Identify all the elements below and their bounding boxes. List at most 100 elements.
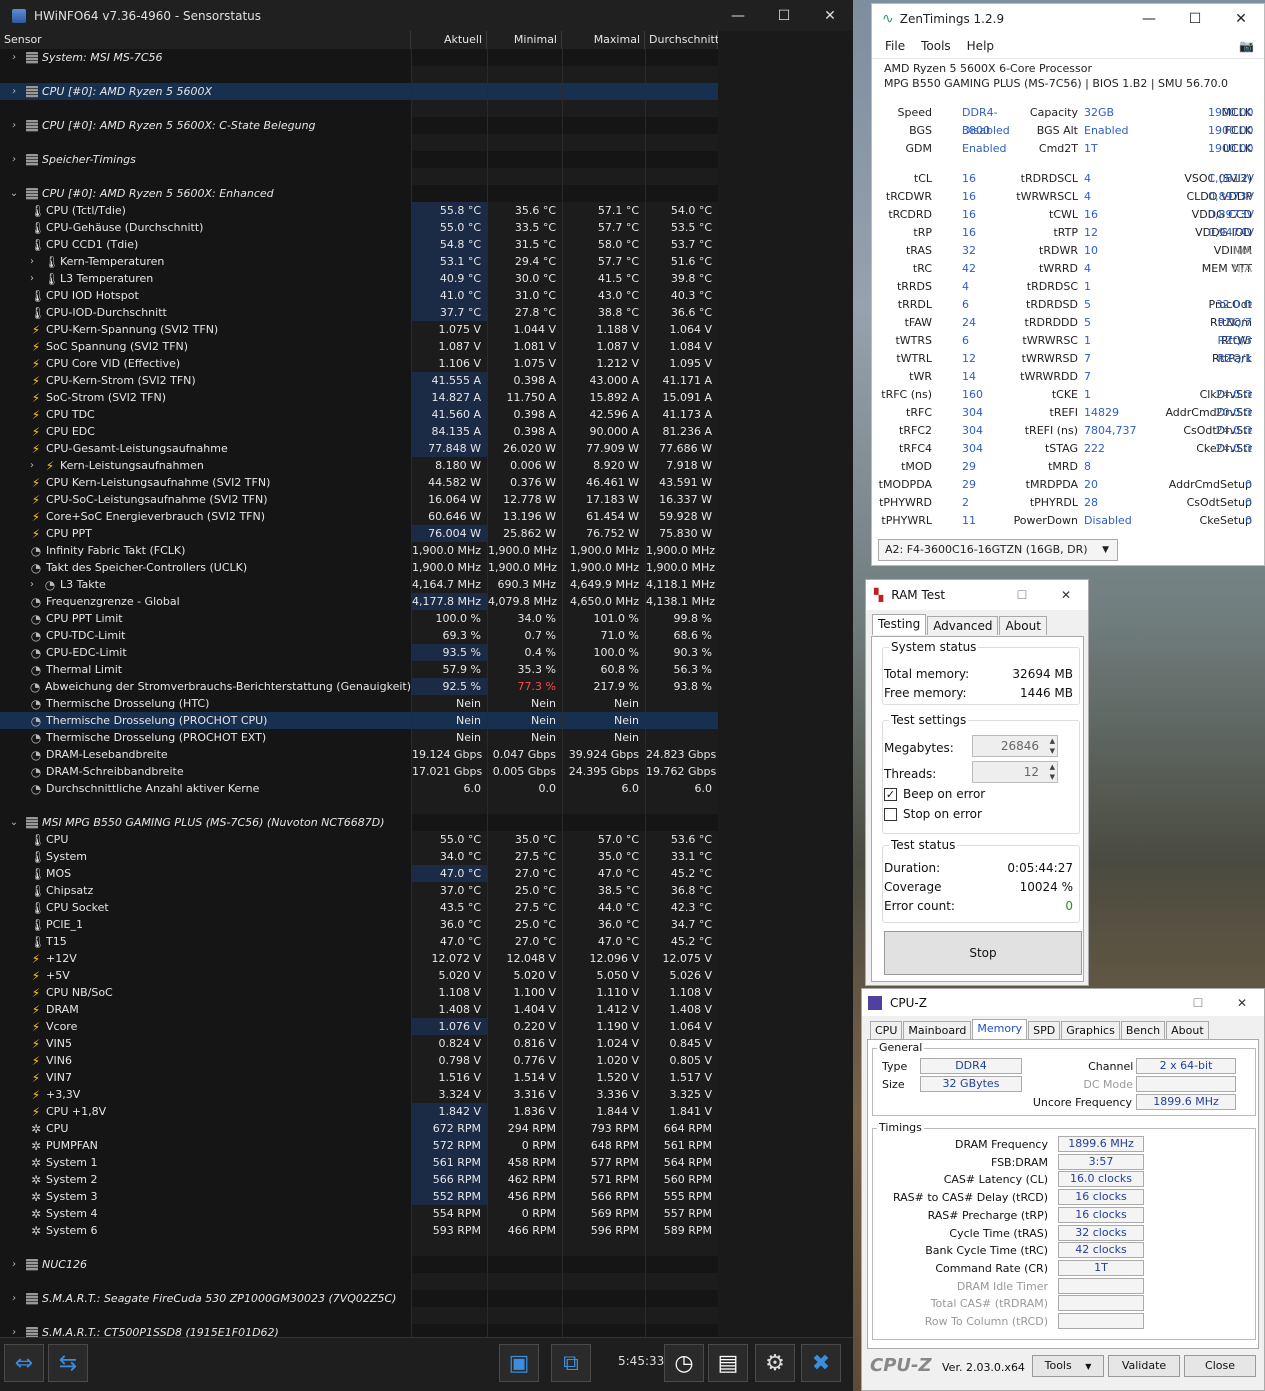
chevron-right-icon[interactable]: › [8, 117, 20, 134]
chevron-right-icon[interactable]: › [8, 49, 20, 66]
sensor-row[interactable]: ✲ System 2 566 RPM 462 RPM 571 RPM 560 RPM [0, 1171, 718, 1188]
col-sensor[interactable]: Sensor [0, 31, 411, 49]
settings-gear-icon[interactable]: ⚙ [755, 1344, 795, 1382]
chevron-right-icon[interactable]: › [8, 151, 20, 168]
sensor-row[interactable]: 🌡 CPU Socket 43.5 °C 27.5 °C 44.0 °C 42.3 °C [0, 899, 718, 916]
close-button[interactable]: ✕ [1044, 588, 1088, 602]
spinner-arrows-icon[interactable]: ▲ ▼ [1050, 736, 1055, 756]
chevron-down-icon[interactable]: ⌄ [8, 814, 20, 831]
sensor-row[interactable]: ⚡ VIN6 0.798 V 0.776 V 1.020 V 0.805 V [0, 1052, 718, 1069]
chevron-right-icon[interactable]: › [8, 1290, 20, 1307]
module-select[interactable]: A2: F4-3600C16-16GTZN (16GB, DR) ▼ [878, 539, 1118, 561]
validate-button[interactable]: Validate [1108, 1355, 1180, 1377]
sensor-row[interactable]: ⚡ Vcore 1.076 V 0.220 V 1.190 V 1.064 V [0, 1018, 718, 1035]
sensor-group[interactable]: ⌄ MSI MPG B550 GAMING PLUS (MS-7C56) (Nuv… [0, 814, 718, 831]
chevron-right-icon[interactable]: › [26, 576, 38, 593]
sensor-row[interactable]: ⚡ CPU-SoC-Leistungsaufnahme (SVI2 TFN) 16.… [0, 491, 718, 508]
menu-tools[interactable]: Tools [921, 39, 951, 53]
minimize-button[interactable]: — [1126, 11, 1172, 27]
sensor-row[interactable]: ◔ Thermische Drosselung (HTC) Nein Nein Nein [0, 695, 718, 712]
col-average[interactable]: Durchschnitt [645, 31, 719, 49]
stop-button[interactable]: Stop [884, 931, 1082, 975]
sensor-row[interactable]: ⚡ CPU-Kern-Spannung (SVI2 TFN) 1.075 V 1.04… [0, 321, 718, 338]
arrows-expand-icon[interactable]: ⇔ [4, 1344, 44, 1382]
sensor-group[interactable]: › Speicher-Timings [0, 151, 718, 168]
tab-cpu[interactable]: CPU [870, 1021, 903, 1039]
sensor-row[interactable]: › 🌡 L3 Temperaturen 40.9 °C 30.0 °C 41.5 °C 39… [0, 270, 718, 287]
arrows-collapse-icon[interactable]: ⇆ [48, 1344, 88, 1382]
tab-memory[interactable]: Memory [972, 1019, 1028, 1039]
sensor-row[interactable]: ⚡ CPU NB/SoC 1.108 V 1.100 V 1.110 V 1.108 V [0, 984, 718, 1001]
sensor-row[interactable]: ⚡ +3,3V 3.324 V 3.316 V 3.336 V 3.325 V [0, 1086, 718, 1103]
sensor-row[interactable]: › ⚡ Kern-Leistungsaufnahmen 8.180 W 0.006 W8… [0, 457, 718, 474]
tab-testing[interactable]: Testing [872, 614, 927, 635]
report-icon[interactable]: ▤ [708, 1344, 748, 1382]
chevron-right-icon[interactable]: › [8, 83, 20, 100]
col-min[interactable]: Minimal [487, 31, 562, 49]
sensor-row[interactable]: ◔ DRAM-Schreibbandbreite 17.021 Gbps 0.005 … [0, 763, 718, 780]
tab-about[interactable]: About [999, 616, 1047, 635]
sensor-row[interactable]: ⚡ SoC Spannung (SVI2 TFN) 1.087 V 1.081 V 1.… [0, 338, 718, 355]
minimize-button[interactable]: — [715, 8, 761, 24]
chevron-right-icon[interactable]: › [26, 457, 38, 474]
tab-about[interactable]: About [1166, 1021, 1209, 1039]
sensor-row[interactable]: ◔ CPU-EDC-Limit 93.5 % 0.4 % 100.0 % 90.3 % [0, 644, 718, 661]
sensor-row[interactable]: ◔ Infinity Fabric Takt (FCLK) 1,900.0 MHz 1… [0, 542, 718, 559]
sensor-row[interactable]: ✲ System 6 593 RPM 466 RPM 596 RPM 589 RPM [0, 1222, 718, 1239]
close-button[interactable]: ✕ [1218, 11, 1264, 27]
sensor-row[interactable]: 🌡 CPU 55.0 °C 35.0 °C 57.0 °C 53.6 °C [0, 831, 718, 848]
sensor-row[interactable]: ◔ Thermische Drosselung (PROCHOT CPU) Nein… [0, 712, 718, 729]
chevron-right-icon[interactable]: › [26, 270, 38, 287]
stop-on-error-checkbox[interactable]: Stop on error [884, 807, 982, 821]
sensor-row[interactable]: › ◔ L3 Takte 4,164.7 MHz 690.3 MHz 4,649.9 MH… [0, 576, 718, 593]
sensor-row[interactable]: ◔ Durchschnittliche Anzahl aktiver Kerne 6… [0, 780, 718, 797]
sensor-row[interactable]: ⚡ SoC-Strom (SVI2 TFN) 14.827 A 11.750 A 15.… [0, 389, 718, 406]
sensor-row[interactable]: ⚡ VIN5 0.824 V 0.816 V 1.024 V 0.845 V [0, 1035, 718, 1052]
sensor-row[interactable]: 🌡 CPU CCD1 (Tdie) 54.8 °C 31.5 °C 58.0 °C 53.… [0, 236, 718, 253]
menu-file[interactable]: File [885, 39, 905, 53]
sensor-row[interactable]: ✲ System 3 552 RPM 456 RPM 566 RPM 555 RPM [0, 1188, 718, 1205]
chevron-right-icon[interactable]: › [26, 253, 38, 270]
sensor-row[interactable]: ◔ CPU PPT Limit 100.0 % 34.0 % 101.0 % 99.8 % [0, 610, 718, 627]
sensor-group[interactable]: ⌄ CPU [#0]: AMD Ryzen 5 5600X: Enhanced [0, 185, 718, 202]
tools-button[interactable]: Tools ▼ [1032, 1355, 1104, 1377]
sensor-row[interactable]: ⚡ Core+SoC Energieverbrauch (SVI2 TFN) 60.… [0, 508, 718, 525]
megabytes-input[interactable]: 26846 ▲ ▼ [972, 735, 1058, 757]
sensor-group[interactable]: › S.M.A.R.T.: Seagate FireCuda 530 ZP1000… [0, 1290, 718, 1307]
sensor-row[interactable]: 🌡 CPU IOD Hotspot 41.0 °C 31.0 °C 43.0 °C 40.… [0, 287, 718, 304]
chevron-right-icon[interactable]: › [8, 1256, 20, 1273]
sensor-row[interactable]: ⚡ VIN7 1.516 V 1.514 V 1.520 V 1.517 V [0, 1069, 718, 1086]
sensor-row[interactable]: ✲ System 4 554 RPM 0 RPM 569 RPM 557 RPM [0, 1205, 718, 1222]
monitor-icon[interactable]: ▣ [499, 1344, 539, 1382]
sensor-row[interactable]: ◔ DRAM-Lesebandbreite 19.124 Gbps 0.047 Gbp… [0, 746, 718, 763]
sensor-row[interactable]: 🌡 System 34.0 °C 27.5 °C 35.0 °C 33.1 °C [0, 848, 718, 865]
beep-on-error-checkbox[interactable]: ✓ Beep on error [884, 787, 985, 801]
sensor-row[interactable]: ✲ CPU 672 RPM 294 RPM 793 RPM 664 RPM [0, 1120, 718, 1137]
tab-spd[interactable]: SPD [1028, 1021, 1061, 1039]
maximize-button[interactable]: ☐ [1000, 588, 1044, 602]
sensor-row[interactable]: ⚡ CPU-Kern-Strom (SVI2 TFN) 41.555 A 0.398 … [0, 372, 718, 389]
network-icon[interactable]: ⧉ [551, 1344, 591, 1382]
sensor-row[interactable]: ◔ Thermal Limit 57.9 % 35.3 % 60.8 % 56.3 % [0, 661, 718, 678]
maximize-button[interactable]: ☐ [1176, 996, 1220, 1010]
sensor-row[interactable]: ◔ Abweichung der Stromverbrauchs-Berichte… [0, 678, 718, 695]
clock-icon[interactable]: ◷ [664, 1344, 704, 1382]
close-button[interactable]: ✕ [1220, 996, 1264, 1010]
sensor-row[interactable]: 🌡 MOS 47.0 °C 27.0 °C 47.0 °C 45.2 °C [0, 865, 718, 882]
close-button-footer[interactable]: Close [1184, 1355, 1256, 1377]
spinner-arrows-icon[interactable]: ▲ ▼ [1050, 762, 1055, 782]
col-max[interactable]: Maximal [562, 31, 645, 49]
sensor-row[interactable]: 🌡 CPU-Gehäuse (Durchschnitt) 55.0 °C 33.5 °… [0, 219, 718, 236]
sensor-row[interactable]: ⚡ CPU TDC 41.560 A 0.398 A 42.596 A 41.173 A [0, 406, 718, 423]
sensor-row[interactable]: ⚡ DRAM 1.408 V 1.404 V 1.412 V 1.408 V [0, 1001, 718, 1018]
sensor-row[interactable]: ✲ PUMPFAN 572 RPM 0 RPM 648 RPM 561 RPM [0, 1137, 718, 1154]
sensor-row[interactable]: ⚡ CPU-Gesamt-Leistungsaufnahme 77.848 W 26.… [0, 440, 718, 457]
sensor-group[interactable]: › CPU [#0]: AMD Ryzen 5 5600X: C-State Be… [0, 117, 718, 134]
sensor-row[interactable]: ⚡ CPU +1,8V 1.842 V 1.836 V 1.844 V 1.841 V [0, 1103, 718, 1120]
tab-mainboard[interactable]: Mainboard [903, 1021, 972, 1039]
maximize-button[interactable]: ☐ [1172, 11, 1218, 27]
sensor-group[interactable]: › CPU [#0]: AMD Ryzen 5 5600X [0, 83, 718, 100]
chevron-down-icon[interactable]: ⌄ [8, 185, 20, 202]
sensor-row[interactable]: 🌡 CPU (Tctl/Tdie) 55.8 °C 35.6 °C 57.1 °C 54.… [0, 202, 718, 219]
close-x-icon[interactable]: ✖ [801, 1344, 841, 1382]
